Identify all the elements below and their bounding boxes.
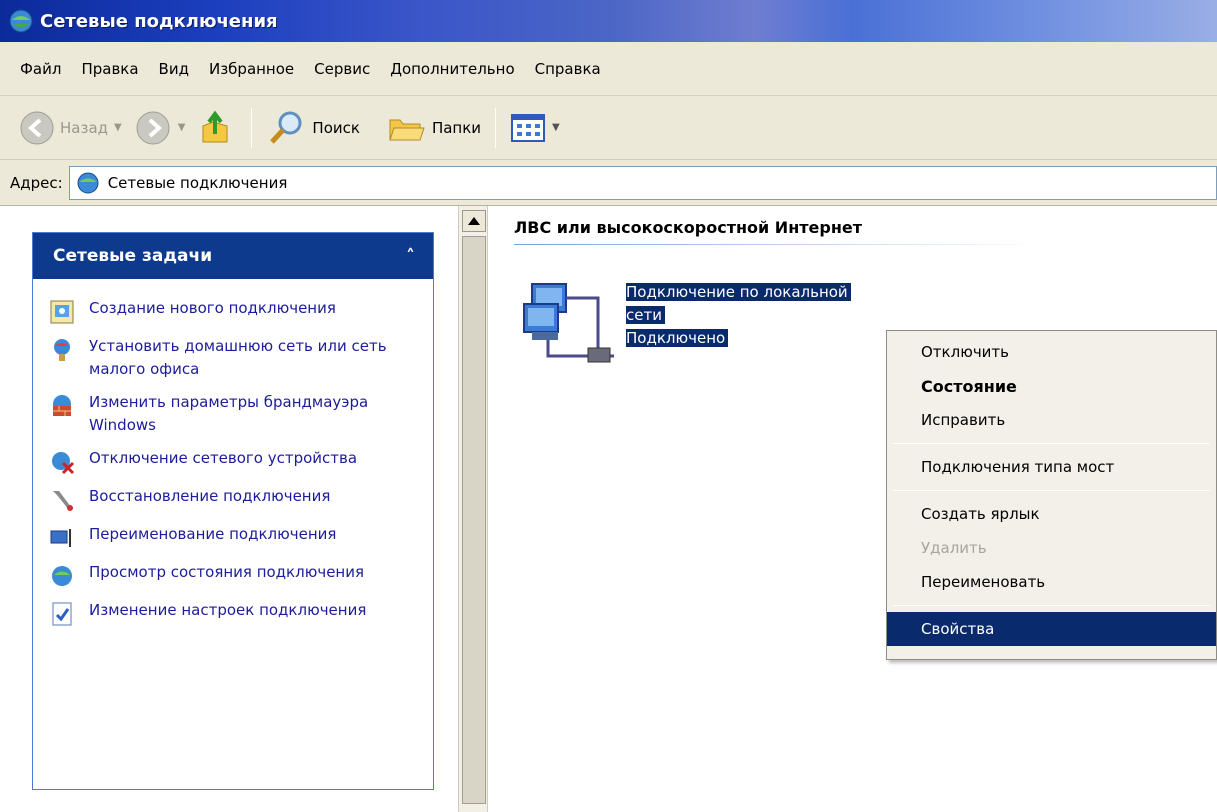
task-view-status[interactable]: Просмотр состояния подключения [49,561,433,589]
repair-icon [53,491,73,511]
address-bar: Адрес: Сетевые подключения [0,160,1217,206]
task-rename[interactable]: Переименование подключения [49,523,433,551]
menu-edit[interactable]: Правка [71,56,148,82]
toolbar: Назад ▼ ▼ Поиск Папки ▼ [0,96,1217,160]
settings-icon [52,602,72,626]
forward-arrow-icon [136,111,170,144]
search-icon [270,111,302,144]
address-value: Сетевые подключения [107,173,288,192]
forward-button[interactable]: ▼ [128,106,192,150]
task-disable-device[interactable]: Отключение сетевого устройства [49,447,433,475]
scroll-thumb[interactable] [462,236,486,804]
connection-status: Подключено [626,329,729,347]
group-divider [514,244,1044,245]
ctx-status[interactable]: Состояние [887,369,1216,403]
search-button[interactable]: Поиск [260,106,366,150]
chevron-down-icon[interactable]: ▼ [114,122,122,133]
back-button[interactable]: Назад ▼ [12,106,128,150]
new-connection-icon [50,300,74,324]
task-label: Переименование подключения [89,525,337,543]
views-icon [511,113,546,142]
toolbar-separator [495,107,497,148]
back-label: Назад [60,118,109,137]
menu-separator [893,605,1210,606]
task-home-network[interactable]: Установить домашнюю сеть или сеть малого… [49,335,433,381]
connection-name-line2: сети [626,306,665,324]
ctx-repair[interactable]: Исправить [887,403,1216,437]
menu-favorites[interactable]: Избранное [199,56,304,82]
vertical-scrollbar[interactable] [458,206,488,812]
views-button[interactable]: ▼ [504,106,566,150]
up-folder-button[interactable] [191,106,243,150]
home-network-icon [54,339,70,361]
folders-icon [389,119,425,140]
address-label: Адрес: [10,173,63,192]
ctx-rename[interactable]: Переименовать [887,565,1216,599]
group-title: ЛВС или высокоскоростной Интернет [514,218,862,237]
ctx-properties[interactable]: Свойства [887,612,1216,646]
status-icon [52,566,72,586]
menu-separator [893,443,1210,444]
task-label: Создание нового подключения [89,299,336,317]
search-label: Поиск [312,118,360,137]
menu-separator [893,490,1210,491]
network-connections-icon [9,9,33,33]
disable-device-icon [52,452,75,475]
task-new-connection[interactable]: Создание нового подключения [49,297,433,325]
context-menu: Отключить Состояние Исправить Подключени… [886,330,1217,660]
chevron-down-icon[interactable]: ▼ [178,122,186,133]
task-label: Просмотр состояния подключения [89,563,365,581]
ctx-create-shortcut[interactable]: Создать ярлык [887,497,1216,531]
ctx-delete: Удалить [921,539,987,557]
network-connections-icon [77,172,99,193]
task-repair[interactable]: Восстановление подключения [49,485,433,513]
up-folder-icon [202,110,228,142]
folders-button[interactable]: Папки [380,106,487,150]
task-label: Установить домашнюю сеть или сеть малого… [89,337,387,378]
network-tasks-panel: Сетевые задачи ˄ Создание нового подключ… [32,232,434,790]
task-firewall[interactable]: Изменить параметры брандмауэра Windows [49,391,433,437]
task-label: Восстановление подключения [89,487,331,505]
window-title: Сетевые подключения [40,10,278,32]
task-change-settings[interactable]: Изменение настроек подключения [49,599,433,627]
task-label: Отключение сетевого устройства [89,449,358,467]
menu-file[interactable]: Файл [10,56,71,82]
scroll-up-arrow-icon [468,217,480,225]
folders-label: Папки [431,118,482,137]
connection-name-line1: Подключение по локальной [626,283,851,301]
network-tasks-header[interactable]: Сетевые задачи ˄ [33,233,433,279]
collapse-icon[interactable]: ˄ [406,246,415,267]
toolbar-separator [251,107,253,148]
menu-bar: Файл Правка Вид Избранное Сервис Дополни… [0,42,1217,96]
rename-icon [50,529,71,547]
ctx-bridge[interactable]: Подключения типа мост [887,450,1216,484]
scroll-up-button[interactable] [462,210,486,232]
connection-label[interactable]: Подключение по локальной сети Подключено [626,281,918,350]
lan-connection-icon[interactable] [518,268,628,378]
firewall-icon [53,395,71,416]
ctx-disconnect[interactable]: Отключить [887,335,1216,369]
menu-tools[interactable]: Сервис [304,56,380,82]
task-label: Изменение настроек подключения [89,601,367,619]
chevron-down-icon[interactable]: ▼ [552,122,560,133]
address-field[interactable]: Сетевые подключения [68,165,1217,200]
menu-advanced[interactable]: Дополнительно [380,56,524,82]
task-list: Создание нового подключения Установить д… [33,279,433,627]
task-label: Изменить параметры брандмауэра Windows [89,393,369,434]
network-tasks-title: Сетевые задачи [53,246,213,266]
back-arrow-icon [20,111,54,144]
title-bar[interactable]: Сетевые подключения [0,0,1217,42]
menu-view[interactable]: Вид [149,56,199,82]
menu-help[interactable]: Справка [525,56,611,82]
left-pane: Сетевые задачи ˄ Создание нового подключ… [0,206,458,812]
